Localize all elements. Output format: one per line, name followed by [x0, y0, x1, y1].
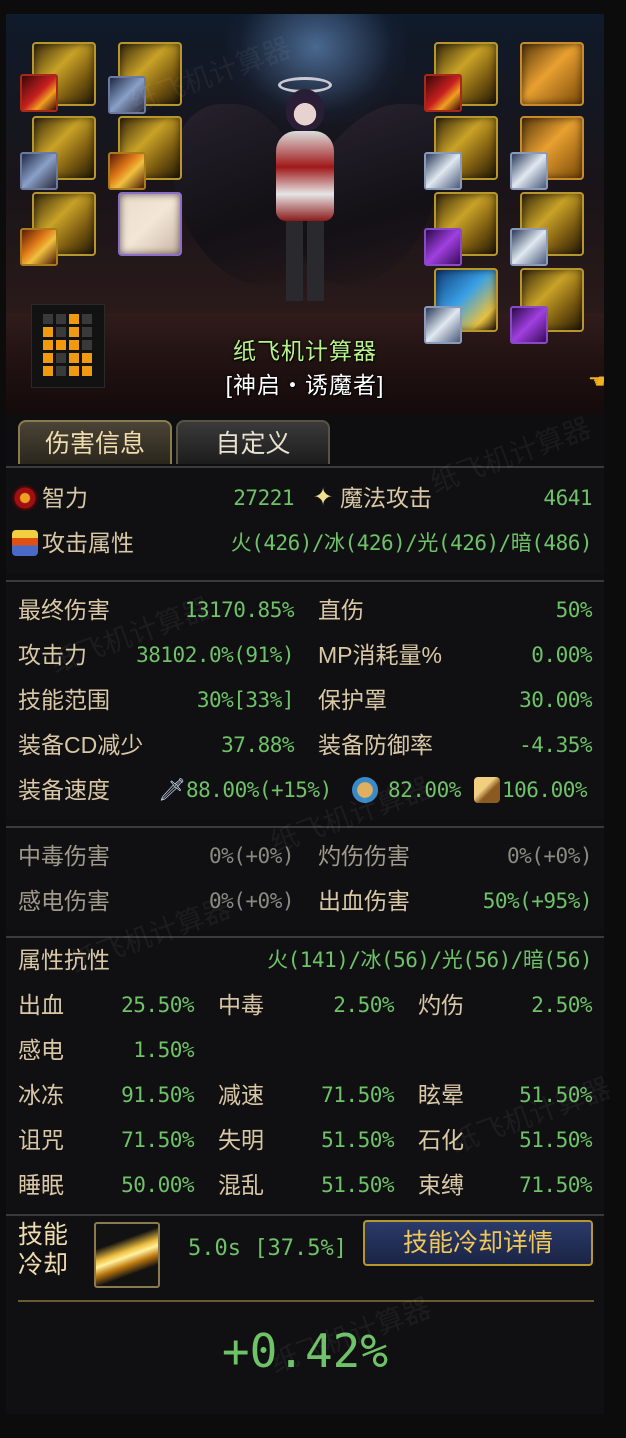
resist-label: 诅咒: [18, 1127, 64, 1153]
element-icon: [12, 530, 38, 556]
resist-label: 眩晕: [418, 1082, 464, 1108]
avatar-slot-5[interactable]: [20, 228, 58, 266]
avatar-slot-4[interactable]: [108, 152, 146, 190]
resist-label: 失明: [218, 1127, 264, 1153]
defense-rate-label: 装备防御率: [318, 732, 433, 758]
avatar-slot-8[interactable]: [510, 152, 548, 190]
resist-value: 51.50%: [321, 1128, 394, 1152]
sparkle-icon: ✦: [312, 484, 334, 511]
direct-damage-label: 直伤: [318, 597, 364, 623]
elem-label: 攻击属性: [42, 530, 134, 556]
resist-label: 冰冻: [18, 1082, 64, 1108]
defense-rate-value: -4.35%: [519, 733, 592, 757]
bleed-damage-label: 出血伤害: [318, 888, 410, 914]
bleed-damage-value: 50%(+95%): [482, 889, 593, 913]
character-name: 纸飞机计算器: [233, 338, 377, 364]
resist-value: 2.50%: [531, 993, 592, 1017]
eye-icon: [12, 485, 38, 511]
resist-value: 1.50%: [133, 1038, 194, 1062]
burn-damage-value: 0%(+0%): [506, 844, 593, 868]
character-showcase: 纸飞机计算器 [神启・诱魔者] ☛: [6, 14, 604, 414]
resist-label: 灼伤: [418, 992, 464, 1018]
resist-value: 71.50%: [519, 1173, 592, 1197]
resist-label: 束缚: [418, 1172, 464, 1198]
resist-value: 91.50%: [121, 1083, 194, 1107]
resist-value: 71.50%: [321, 1083, 394, 1107]
title-grid-cell: [82, 314, 92, 324]
matk-label: 魔法攻击: [340, 485, 432, 511]
shield-label: 保护罩: [318, 687, 387, 713]
move-speed-value: 106.00%: [502, 778, 588, 802]
speed-label: 装备速度: [18, 777, 110, 803]
avatar-slot-9[interactable]: [424, 228, 462, 266]
cd-reduction-label: 装备CD减少: [18, 732, 144, 758]
resist-value: 51.50%: [321, 1173, 394, 1197]
pointing-hand-icon[interactable]: ☛: [588, 369, 604, 394]
resist-label: 感电: [18, 1037, 64, 1063]
resist-label: 中毒: [218, 992, 264, 1018]
resist-row: 出血 25.50% 中毒 2.50% 灼伤 2.50%: [6, 983, 604, 1028]
resist-value: 50.00%: [121, 1173, 194, 1197]
poison-damage-label: 中毒伤害: [18, 843, 110, 869]
cooldown-details-button[interactable]: 技能冷却详情: [363, 1220, 593, 1266]
resist-label: 出血: [18, 992, 64, 1018]
character-torso: [276, 131, 334, 221]
equip-slot-bracelet[interactable]: [520, 42, 584, 106]
character-class: [神启・诱魔者]: [225, 372, 385, 398]
cd-reduction-value: 37.88%: [221, 733, 294, 757]
move-speed-icon: [474, 777, 500, 803]
skill-range-label: 技能范围: [18, 687, 110, 713]
character-avatar[interactable]: [268, 77, 342, 304]
avatar-slot-3[interactable]: [20, 152, 58, 190]
resist-value: 71.50%: [121, 1128, 194, 1152]
title-grid-cell: [69, 314, 79, 324]
character-head: [286, 89, 324, 131]
matk-value: 4641: [543, 486, 592, 510]
int-value: 27221: [233, 486, 294, 510]
cooldown-label-line1: 技能: [18, 1221, 69, 1249]
tab-damage-info[interactable]: 伤害信息: [18, 420, 172, 464]
shield-value: 30.00%: [519, 688, 592, 712]
avatar-slot-7[interactable]: [424, 152, 462, 190]
primary-stats: 智力 27221 ✦ 魔法攻击 4641 攻击属性 火(426)/冰(426)/…: [6, 468, 604, 574]
resist-row: 感电 1.50%: [6, 1028, 604, 1073]
damage-stats: 最终伤害 13170.85% 直伤 50% 攻击力 38102.0%(91%) …: [6, 580, 604, 820]
int-label: 智力: [42, 485, 88, 511]
cooldown-label: 技能 冷却: [18, 1220, 68, 1280]
resist-label: 睡眠: [18, 1172, 64, 1198]
resist-row: 睡眠 50.00% 混乱 51.50% 束缚 71.50%: [6, 1163, 604, 1208]
resist-value: 25.50%: [121, 993, 194, 1017]
tab-custom[interactable]: 自定义: [176, 420, 330, 464]
title-grid-cell: [43, 314, 53, 324]
title-grid-cell: [56, 314, 66, 324]
cooldown-label-line2: 冷却: [18, 1251, 69, 1279]
skill-range-value: 30%[33%]: [196, 688, 295, 712]
cooldown-value: 5.0s [37.5%]: [188, 1236, 347, 1261]
character-panel: 纸飞机计算器 [神启・诱魔者] ☛ 伤害信息 自定义 智力 27221 ✦ 魔法…: [6, 14, 615, 1414]
resist-label: 减速: [218, 1082, 264, 1108]
avatar-slot-10[interactable]: [510, 228, 548, 266]
resist-label: 混乱: [218, 1172, 264, 1198]
resist-value: 2.50%: [333, 993, 394, 1017]
mp-cost-label: MP消耗量%: [318, 642, 442, 668]
elem-value: 火(426)/冰(426)/光(426)/暗(486): [230, 531, 593, 555]
shock-damage-label: 感电伤害: [18, 888, 110, 914]
divider: [18, 1300, 594, 1302]
avatar-slot-1[interactable]: [20, 74, 58, 112]
avatar-slot-6[interactable]: [424, 74, 462, 112]
element-resist-value: 火(141)/冰(56)/光(56)/暗(56): [267, 948, 592, 972]
resistances: 属性抗性 火(141)/冰(56)/光(56)/暗(56) 出血 25.50% 中毒…: [6, 936, 604, 1212]
character-legs: [286, 221, 324, 301]
equip-slot-creature[interactable]: [118, 192, 182, 256]
mp-cost-value: 0.00%: [531, 643, 592, 667]
direct-damage-value: 50%: [555, 598, 593, 622]
skill-icon[interactable]: [94, 1222, 160, 1288]
sword-icon: 🗡: [158, 777, 186, 802]
